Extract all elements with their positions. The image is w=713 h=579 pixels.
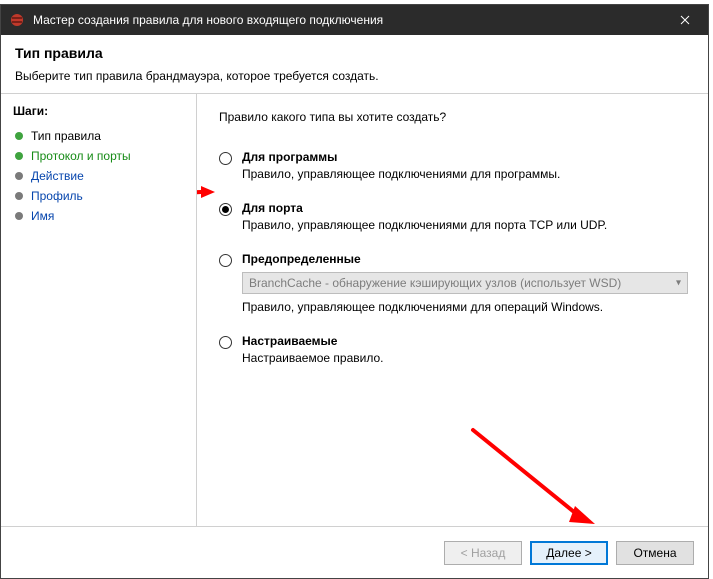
- step-link[interactable]: Имя: [31, 209, 54, 223]
- option-title: Предопределенные: [242, 252, 688, 266]
- app-icon: [9, 12, 25, 28]
- dropdown-value: BranchCache - обнаружение кэширующих узл…: [249, 276, 621, 290]
- option-program[interactable]: Для программы Правило, управляющее подкл…: [219, 150, 690, 181]
- option-predefined[interactable]: Предопределенные BranchCache - обнаружен…: [219, 252, 690, 314]
- footer: < Назад Далее > Отмена: [1, 526, 708, 578]
- option-desc: Правило, управляющее подключениями для п…: [242, 218, 607, 232]
- step-profile[interactable]: Профиль: [13, 186, 190, 206]
- option-title: Для программы: [242, 150, 560, 164]
- radio-predefined[interactable]: [219, 254, 232, 267]
- option-title: Настраиваемые: [242, 334, 383, 348]
- arrow-annotation-port: [197, 182, 221, 225]
- next-button[interactable]: Далее >: [530, 541, 608, 565]
- option-title: Для порта: [242, 201, 607, 215]
- option-port[interactable]: Для порта Правило, управляющее подключен…: [219, 201, 690, 232]
- radio-port[interactable]: [219, 203, 232, 216]
- main-content: Правило какого типа вы хотите создать? Д…: [197, 94, 708, 526]
- option-desc: Правило, управляющее подключениями для п…: [242, 167, 560, 181]
- step-protocol-ports[interactable]: Протокол и порты: [13, 146, 190, 166]
- body: Шаги: Тип правила Протокол и порты Дейст…: [1, 94, 708, 526]
- close-button[interactable]: [662, 5, 708, 35]
- step-name[interactable]: Имя: [13, 206, 190, 226]
- bullet-icon: [15, 172, 23, 180]
- cancel-button[interactable]: Отмена: [616, 541, 694, 565]
- step-rule-type[interactable]: Тип правила: [13, 126, 190, 146]
- radio-custom[interactable]: [219, 336, 232, 349]
- bullet-icon: [15, 132, 23, 140]
- page-title: Тип правила: [15, 45, 694, 61]
- wizard-window: Мастер создания правила для нового входя…: [0, 4, 709, 579]
- back-button: < Назад: [444, 541, 522, 565]
- arrow-annotation-next: [467, 424, 607, 526]
- sidebar: Шаги: Тип правила Протокол и порты Дейст…: [1, 94, 196, 526]
- step-action[interactable]: Действие: [13, 166, 190, 186]
- bullet-icon: [15, 192, 23, 200]
- prompt-text: Правило какого типа вы хотите создать?: [219, 110, 690, 124]
- option-desc: Правило, управляющее подключениями для о…: [242, 300, 688, 314]
- step-link[interactable]: Протокол и порты: [31, 149, 131, 163]
- step-link[interactable]: Действие: [31, 169, 84, 183]
- bullet-icon: [15, 212, 23, 220]
- steps-label: Шаги:: [13, 104, 190, 118]
- close-icon: [680, 15, 690, 25]
- option-desc: Настраиваемое правило.: [242, 351, 383, 365]
- window-title: Мастер создания правила для нового входя…: [33, 13, 662, 27]
- option-custom[interactable]: Настраиваемые Настраиваемое правило.: [219, 334, 690, 365]
- step-link[interactable]: Профиль: [31, 189, 83, 203]
- radio-program[interactable]: [219, 152, 232, 165]
- step-link[interactable]: Тип правила: [31, 129, 101, 143]
- chevron-down-icon: ▾: [676, 278, 681, 289]
- titlebar: Мастер создания правила для нового входя…: [1, 5, 708, 35]
- bullet-icon: [15, 152, 23, 160]
- predefined-dropdown: BranchCache - обнаружение кэширующих узл…: [242, 272, 688, 294]
- page-subtitle: Выберите тип правила брандмауэра, которо…: [15, 69, 694, 83]
- header: Тип правила Выберите тип правила брандма…: [1, 35, 708, 93]
